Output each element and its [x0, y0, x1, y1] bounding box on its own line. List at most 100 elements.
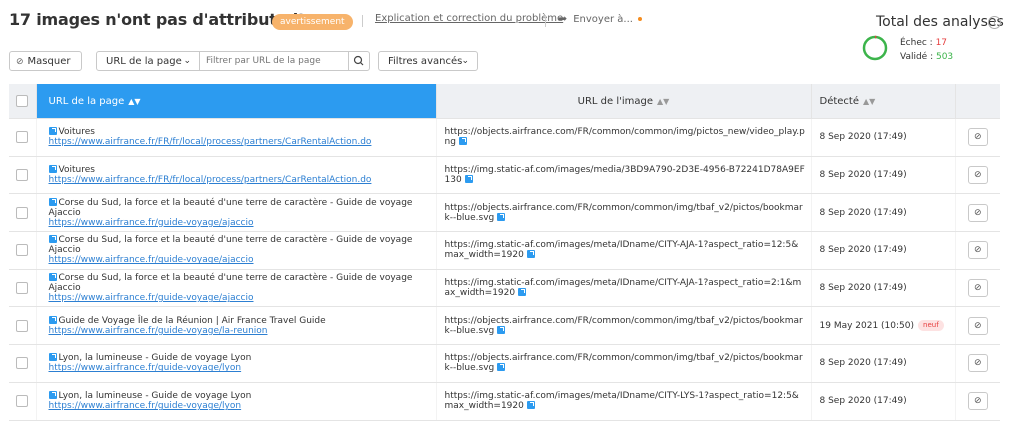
external-link-icon[interactable]	[458, 137, 467, 146]
external-link-icon[interactable]	[48, 315, 57, 324]
issues-table: URL de la page ▲▼ URL de l'image ▲▼ Détect…	[9, 84, 1000, 421]
external-link-icon[interactable]	[497, 212, 506, 221]
hide-row-button[interactable]: ⊘	[967, 128, 988, 147]
detected-date: 8 Sep 2020 (17:49)	[819, 132, 907, 143]
image-url-cell: https://img.static-af.com/images/meta/ID…	[435, 231, 811, 270]
external-link-icon[interactable]	[48, 273, 57, 282]
row-actions-cell: ⊘	[954, 269, 1000, 308]
select-all-checkbox[interactable]	[16, 95, 29, 107]
page-url-link[interactable]: https://www.airfrance.fr/guide-voyage/la…	[49, 326, 268, 336]
url-type-select[interactable]: URL de la page ⌄	[96, 51, 200, 71]
hide-row-button[interactable]: ⊘	[967, 166, 988, 185]
hide-row-button[interactable]: ⊘	[967, 354, 988, 373]
page-title-text: Lyon, la lumineuse - Guide de voyage Lyo…	[58, 353, 252, 364]
row-checkbox-cell[interactable]	[9, 382, 36, 421]
hide-row-button[interactable]: ⊘	[967, 241, 988, 260]
row-actions-cell: ⊘	[954, 118, 1000, 157]
column-header-image-url[interactable]: URL de l'image ▲▼	[435, 84, 811, 119]
advanced-filters-label: Filtres avancés	[388, 56, 463, 67]
search-icon	[353, 55, 364, 66]
external-link-icon[interactable]	[48, 197, 57, 206]
hide-row-button[interactable]: ⊘	[967, 279, 988, 298]
table-row: Guide de Voyage Île de la Réunion | Air …	[9, 306, 1000, 346]
image-url-text: https://objects.airfrance.com/FR/common/…	[444, 127, 805, 148]
detected-date-cell: 8 Sep 2020 (17:49)	[810, 382, 955, 421]
image-url-cell: https://img.static-af.com/images/meta/ID…	[435, 269, 811, 308]
table-row: Voitures https://www.airfrance.fr/FR/fr/l…	[9, 118, 1000, 157]
external-link-icon[interactable]	[497, 363, 506, 372]
warning-badge: avertissement	[272, 14, 353, 30]
page-url-link[interactable]: https://www.airfrance.fr/guide-voyage/aj…	[49, 218, 254, 228]
row-checkbox-cell[interactable]	[9, 156, 36, 195]
row-actions-cell: ⊘	[954, 156, 1000, 195]
hide-row-button[interactable]: ⊘	[967, 316, 988, 335]
row-checkbox[interactable]	[16, 282, 29, 295]
page-title-text: Voitures	[58, 127, 95, 138]
external-link-icon[interactable]	[517, 288, 526, 297]
column-header-page-url[interactable]: URL de la page ▲▼	[35, 84, 436, 119]
detected-date: 8 Sep 2020 (17:49)	[819, 396, 907, 407]
hide-button[interactable]: ⊘ Masquer	[9, 51, 82, 71]
row-checkbox-cell[interactable]	[9, 193, 36, 233]
row-checkbox-cell[interactable]	[9, 231, 36, 270]
row-checkbox[interactable]	[16, 131, 29, 144]
detected-date: 8 Sep 2020 (17:49)	[819, 207, 907, 218]
external-link-icon[interactable]	[48, 127, 57, 136]
external-link-icon[interactable]	[497, 325, 506, 334]
filter-input[interactable]	[199, 51, 349, 71]
search-button[interactable]	[348, 51, 370, 71]
image-url-text: https://img.static-af.com/images/meta/ID…	[444, 278, 802, 299]
table-row: Lyon, la lumineuse - Guide de voyage Lyo…	[9, 382, 1000, 421]
external-link-icon[interactable]	[48, 353, 57, 362]
page-url-link[interactable]: https://www.airfrance.fr/FR/fr/local/pro…	[49, 175, 372, 185]
row-checkbox[interactable]	[16, 319, 29, 332]
divider	[362, 15, 363, 27]
row-checkbox-cell[interactable]	[9, 306, 36, 346]
advanced-filters-button[interactable]: Filtres avancés ⌄	[378, 51, 478, 71]
eye-off-icon: ⊘	[973, 170, 982, 181]
page-title-text: Lyon, la lumineuse - Guide de voyage Lyo…	[58, 391, 252, 402]
page-url-link[interactable]: https://www.airfrance.fr/guide-voyage/aj…	[49, 255, 254, 265]
external-link-icon[interactable]	[464, 175, 473, 184]
row-checkbox[interactable]	[16, 395, 29, 408]
fail-value: 17	[935, 38, 948, 48]
page-url-link[interactable]: https://www.airfrance.fr/guide-voyage/aj…	[49, 293, 254, 303]
page-url-cell: Guide de Voyage Île de la Réunion | Air …	[35, 306, 436, 346]
row-checkbox-cell[interactable]	[9, 269, 36, 308]
image-url-cell: https://img.static-af.com/images/meta/ID…	[435, 382, 811, 421]
external-link-icon[interactable]	[526, 250, 535, 259]
ok-stat: Validé : 503	[900, 52, 953, 62]
external-link-icon[interactable]	[48, 165, 57, 174]
external-link-icon[interactable]	[48, 391, 57, 400]
image-url-cell: https://objects.airfrance.com/FR/common/…	[435, 306, 811, 346]
table-row: Voitures https://www.airfrance.fr/FR/fr/l…	[9, 156, 1000, 195]
column-header-detected[interactable]: Détecté ▲▼	[810, 84, 955, 119]
hide-row-button[interactable]: ⊘	[967, 203, 988, 222]
row-checkbox[interactable]	[16, 206, 29, 219]
page-url-link[interactable]: https://www.airfrance.fr/guide-voyage/ly…	[49, 401, 242, 411]
row-checkbox[interactable]	[16, 169, 29, 182]
image-url-text: https://img.static-af.com/images/media/3…	[444, 165, 805, 186]
column-header-label: URL de l'image	[577, 95, 654, 107]
row-checkbox[interactable]	[16, 357, 29, 370]
help-link[interactable]: Explication et correction du problème	[375, 13, 563, 24]
column-header-label: URL de la page	[48, 95, 125, 107]
external-link-icon[interactable]	[48, 235, 57, 244]
info-icon[interactable]: i	[988, 16, 1001, 29]
checks-ring-chart	[862, 35, 888, 61]
table-row: Corse du Sud, la force et la beauté d'un…	[9, 269, 1000, 308]
hide-row-button[interactable]: ⊘	[967, 392, 988, 411]
page-url-link[interactable]: https://www.airfrance.fr/guide-voyage/ly…	[49, 363, 242, 373]
external-link-icon[interactable]	[526, 401, 535, 410]
image-url-text: https://img.static-af.com/images/meta/ID…	[444, 391, 799, 412]
page-url-link[interactable]: https://www.airfrance.fr/FR/fr/local/pro…	[49, 137, 372, 147]
image-url-cell: https://objects.airfrance.com/FR/common/…	[435, 118, 811, 157]
page-url-cell: Corse du Sud, la force et la beauté d'un…	[35, 231, 436, 270]
select-all-checkbox-cell[interactable]	[9, 84, 36, 119]
row-checkbox[interactable]	[16, 244, 29, 257]
row-checkbox-cell[interactable]	[9, 118, 36, 157]
send-to-button[interactable]: ➦ Envoyer à...	[558, 12, 642, 25]
table-header-row: URL de la page ▲▼ URL de l'image ▲▼ Détect…	[9, 84, 1000, 119]
image-url-text: https://img.static-af.com/images/meta/ID…	[444, 240, 799, 261]
row-checkbox-cell[interactable]	[9, 344, 36, 383]
